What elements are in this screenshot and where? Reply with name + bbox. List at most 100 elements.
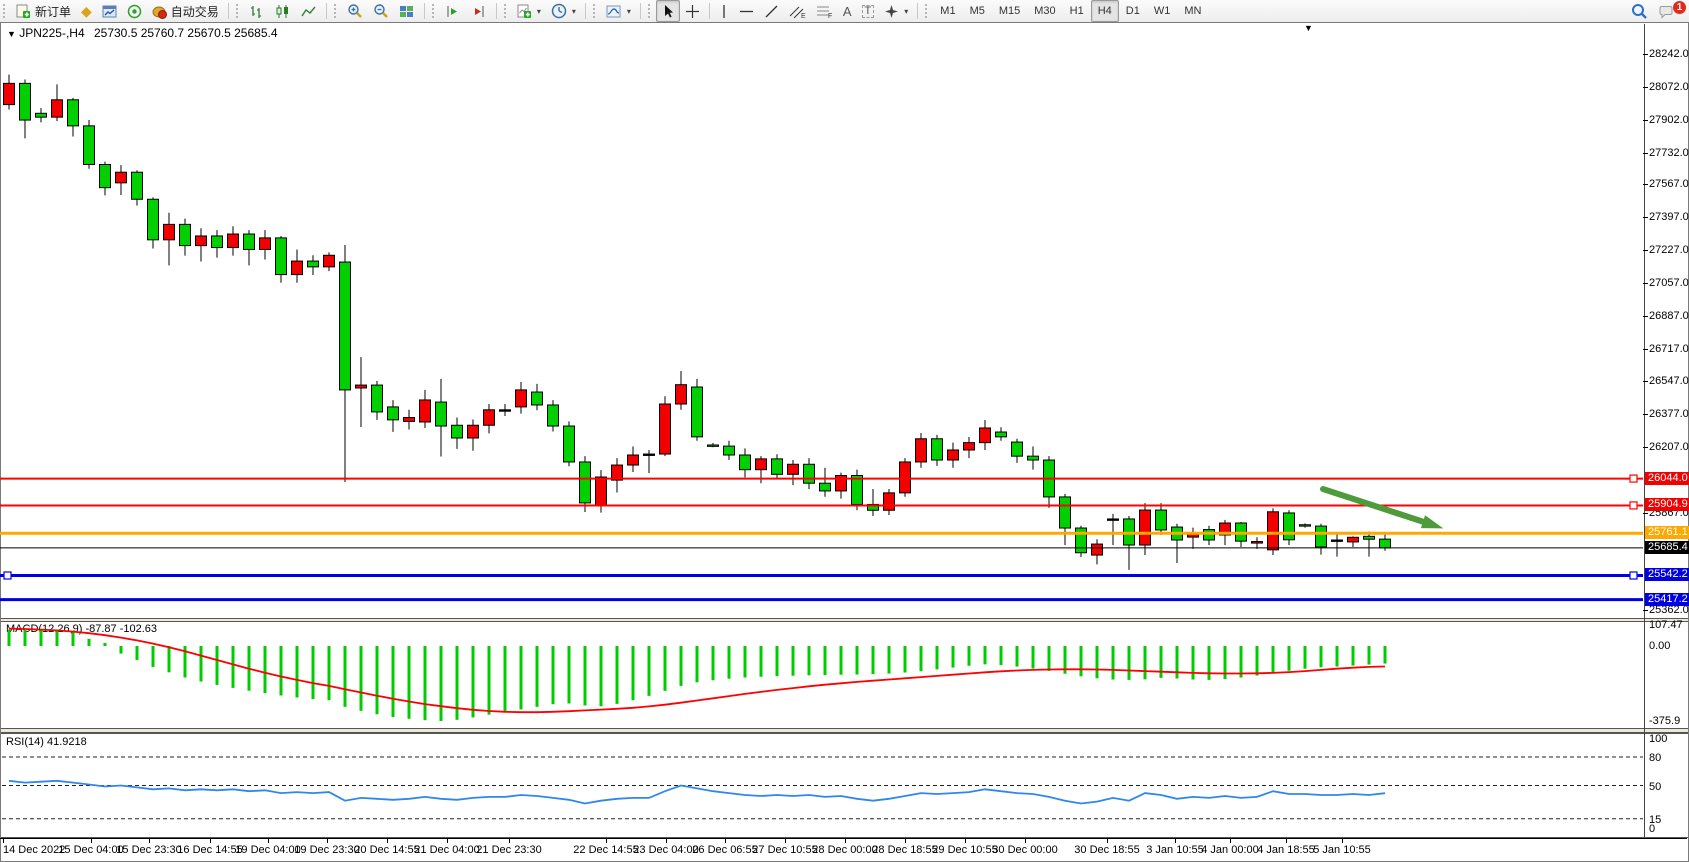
price-axis-label: 25362.0 <box>1649 604 1689 616</box>
candle-body <box>436 402 447 426</box>
line-handle[interactable] <box>1630 502 1637 509</box>
price-axis-label: 27057.0 <box>1649 277 1689 289</box>
macd-hist-bar <box>824 646 827 675</box>
price-axis-label: 27567.0 <box>1649 178 1689 190</box>
macd-hist-bar <box>904 646 907 673</box>
candle-body <box>964 443 975 450</box>
line-handle[interactable] <box>1630 475 1637 482</box>
candle-body <box>228 234 239 248</box>
trend-arrow-head <box>1421 515 1443 528</box>
rsi-axis-label: 80 <box>1649 752 1661 764</box>
candle-body <box>308 261 319 267</box>
candle-body <box>148 199 159 240</box>
time-axis-label: 29 Dec 10:55 <box>932 844 997 856</box>
macd-hist-bar <box>472 646 475 717</box>
candle-body <box>356 385 367 388</box>
candle-body <box>36 113 47 117</box>
line-handle[interactable] <box>1630 572 1637 579</box>
price-tag: 26044.0 <box>1645 472 1689 485</box>
candle-body <box>4 83 15 104</box>
macd-hist-bar <box>1112 646 1115 680</box>
macd-hist-bar <box>264 646 267 693</box>
candle-body <box>692 387 703 437</box>
macd-hist-bar <box>168 646 171 672</box>
time-axis-label: 27 Dec 10:55 <box>752 844 817 856</box>
macd-hist-bar <box>872 646 875 674</box>
macd-hist-bar <box>1080 646 1083 676</box>
rsi-axis-label: 0 <box>1649 823 1655 835</box>
macd-hist-bar <box>440 646 443 721</box>
macd-hist-bar <box>1144 646 1147 679</box>
candle-body <box>564 426 575 462</box>
macd-hist-bar <box>8 630 11 646</box>
price-axis-label: 26887.0 <box>1649 310 1689 322</box>
macd-hist-bar <box>1352 646 1355 666</box>
time-axis-tick <box>149 839 150 843</box>
macd-hist-bar <box>968 646 971 666</box>
price-axis-tick <box>1643 54 1648 55</box>
candle-body <box>244 234 255 249</box>
rsi-axis-label: 50 <box>1649 781 1661 793</box>
rsi-line <box>9 781 1385 804</box>
macd-hist-bar <box>1320 646 1323 667</box>
candle-body <box>548 405 559 426</box>
price-axis-tick <box>1643 120 1648 121</box>
time-axis-label: 28 Dec 18:55 <box>872 844 937 856</box>
time-axis-tick <box>725 839 726 843</box>
price-axis-tick <box>1643 250 1648 251</box>
candle-body <box>516 390 527 407</box>
price-axis-tick <box>1643 283 1648 284</box>
macd-hist-bar <box>712 646 715 680</box>
macd-hist-bar <box>1256 646 1259 676</box>
macd-hist-bar <box>1272 646 1275 673</box>
candle-body <box>932 439 943 460</box>
candle-body <box>196 236 207 246</box>
time-axis-label: 20 Dec 14:55 <box>354 844 419 856</box>
macd-hist-bar <box>984 646 987 664</box>
line-handle[interactable] <box>4 572 11 579</box>
price-axis-label: 28072.0 <box>1649 81 1689 93</box>
macd-hist-bar <box>728 646 731 679</box>
time-axis-tick <box>785 839 786 843</box>
time-axis-tick <box>606 839 607 843</box>
rsi-axis-label: 100 <box>1649 733 1667 745</box>
candle-body <box>1140 510 1151 545</box>
time-axis-label: 19 Dec 23:30 <box>294 844 359 856</box>
macd-hist-bar <box>936 646 939 669</box>
price-tag: 25417.2 <box>1645 593 1689 606</box>
macd-hist-bar <box>1048 646 1051 671</box>
time-axis-tick <box>1230 839 1231 843</box>
candle-body <box>260 238 271 250</box>
candle-body <box>1108 519 1119 520</box>
candle-body <box>1364 536 1375 539</box>
macd-hist-bar <box>104 643 107 646</box>
trend-arrow-annotation[interactable] <box>1323 489 1430 524</box>
price-axis-tick <box>1643 87 1648 88</box>
candle-body <box>532 392 543 405</box>
price-tag: 25904.9 <box>1645 498 1689 511</box>
chart-canvas[interactable] <box>0 0 1689 861</box>
candle-body <box>676 385 687 404</box>
time-axis-tick <box>1342 839 1343 843</box>
macd-hist-bar <box>1000 646 1003 665</box>
macd-hist-bar <box>1032 646 1035 669</box>
candle-body <box>164 224 175 239</box>
macd-hist-bar <box>1128 646 1131 680</box>
time-axis-label: 5 Jan 10:55 <box>1313 844 1371 856</box>
candle-body <box>276 238 287 275</box>
time-axis-tick <box>509 839 510 843</box>
macd-hist-bar <box>1192 646 1195 680</box>
macd-hist-bar <box>584 646 587 705</box>
price-axis-tick <box>1643 381 1648 382</box>
time-axis-label: 23 Dec 04:00 <box>633 844 698 856</box>
macd-hist-bar <box>360 646 363 711</box>
candle-body <box>500 410 511 411</box>
macd-hist-bar <box>744 646 747 678</box>
candle-body <box>420 400 431 422</box>
macd-hist-bar <box>408 646 411 719</box>
price-axis-tick <box>1643 513 1648 514</box>
macd-hist-bar <box>760 646 763 677</box>
macd-hist-bar <box>648 646 651 696</box>
candle-body <box>1028 456 1039 460</box>
candle-body <box>1060 497 1071 528</box>
